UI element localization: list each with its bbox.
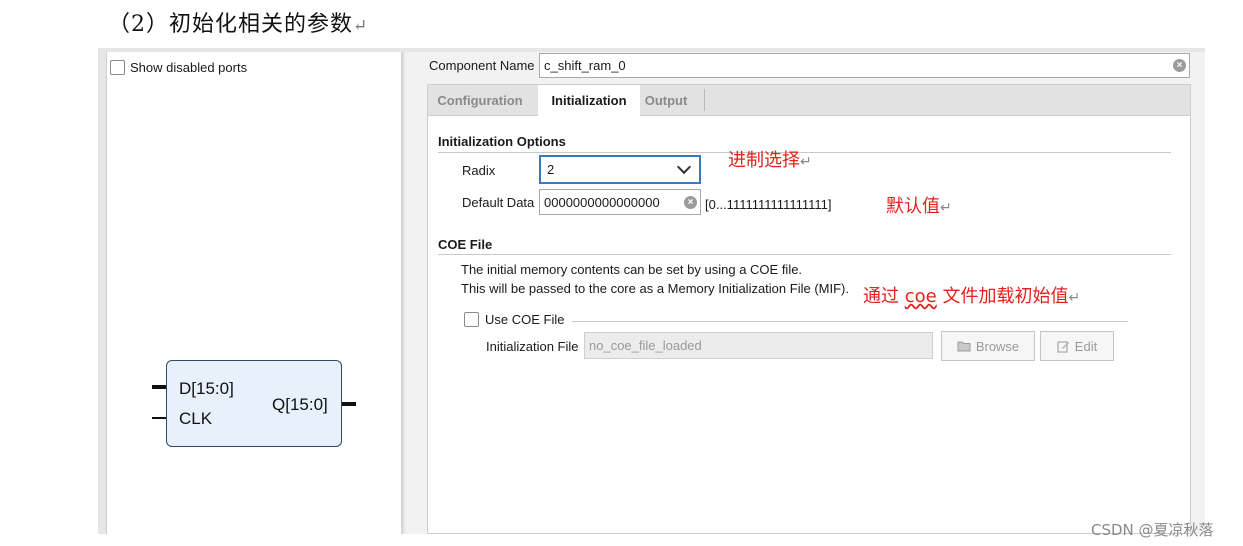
radix-select[interactable]: 2	[539, 155, 701, 184]
symbol-panel	[106, 52, 402, 534]
coe-description-line-2: This will be passed to the core as a Mem…	[461, 281, 849, 296]
clear-icon[interactable]: ×	[1173, 59, 1186, 72]
tab-initialization[interactable]: Initialization	[538, 85, 640, 116]
coe-annotation-prefix: 通过	[863, 286, 905, 307]
return-mark-icon: ↵	[353, 16, 369, 36]
tab-separator	[704, 89, 705, 111]
show-disabled-ports-label: Show disabled ports	[130, 60, 248, 75]
radix-value: 2	[547, 162, 555, 177]
radix-annotation-text: 进制选择	[728, 150, 800, 171]
radix-label: Radix	[462, 163, 496, 178]
edit-button[interactable]: Edit	[1040, 331, 1114, 361]
component-name-field[interactable]: c_shift_ram_0	[539, 53, 1190, 78]
pin-clk-stub	[152, 417, 166, 419]
coe-annotation-suffix: 文件加载初始值	[936, 286, 1069, 307]
tab-bar: Configuration Initialization Output	[427, 84, 1191, 116]
initialization-options-title: Initialization Options	[438, 134, 566, 149]
component-name-value: c_shift_ram_0	[544, 58, 626, 73]
default-data-field[interactable]: 0000000000000000	[539, 189, 701, 215]
component-name-label: Component Name	[429, 58, 535, 73]
default-data-range: [0...1111111111111111]	[705, 197, 832, 212]
folder-icon	[957, 341, 971, 352]
group-divider	[572, 321, 1128, 322]
document-heading: （2）初始化相关的参数↵	[108, 6, 368, 38]
default-data-value: 0000000000000000	[544, 194, 660, 210]
chevron-down-icon	[676, 159, 692, 175]
default-data-label: Default Data	[462, 195, 535, 210]
pin-q-stub	[342, 402, 356, 406]
initialization-file-field[interactable]: no_coe_file_loaded	[584, 332, 933, 359]
coe-annotation: 通过 coe 文件加载初始值↵	[863, 282, 1080, 308]
coe-annotation-word: coe	[904, 286, 937, 307]
pin-clk-label: CLK	[179, 409, 213, 428]
default-annotation: 默认值↵	[886, 192, 952, 218]
return-mark-icon: ↵	[1068, 290, 1081, 306]
watermark: CSDN @夏凉秋落	[1091, 521, 1214, 539]
heading-text: （2）初始化相关的参数	[108, 12, 353, 37]
browse-label: Browse	[975, 338, 1020, 354]
initialization-file-value: no_coe_file_loaded	[589, 338, 702, 353]
return-mark-icon: ↵	[800, 154, 812, 170]
tab-output[interactable]: Output	[640, 85, 692, 116]
clear-icon[interactable]: ×	[684, 196, 697, 209]
browse-button[interactable]: Browse	[941, 331, 1035, 361]
initialization-file-label: Initialization File	[486, 339, 579, 354]
pin-d-label: D[15:0]	[179, 379, 234, 398]
edit-label: Edit	[1074, 338, 1098, 354]
pin-q-label: Q[15:0]	[272, 395, 328, 414]
show-disabled-ports-checkbox[interactable]	[110, 60, 125, 75]
coe-description-line-1: The initial memory contents can be set b…	[461, 262, 803, 277]
return-mark-icon: ↵	[940, 200, 952, 216]
use-coe-file-checkbox[interactable]	[464, 312, 479, 327]
pane-splitter[interactable]	[401, 52, 403, 534]
tab-configuration[interactable]: Configuration	[428, 85, 532, 116]
default-annotation-text: 默认值	[886, 196, 940, 217]
radix-annotation: 进制选择↵	[728, 146, 812, 172]
section-divider	[438, 254, 1171, 255]
use-coe-file-label: Use COE File	[485, 312, 565, 327]
edit-icon	[1057, 341, 1069, 352]
pin-d-stub	[152, 385, 166, 389]
coe-file-title: COE File	[438, 237, 493, 252]
